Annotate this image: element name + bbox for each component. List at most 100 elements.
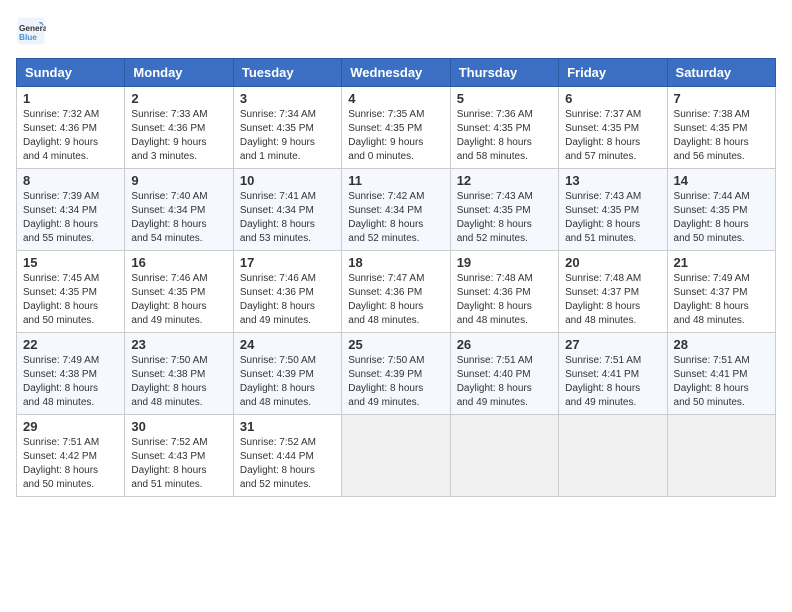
calendar-header-row: SundayMondayTuesdayWednesdayThursdayFrid… — [17, 59, 776, 87]
day-number: 4 — [348, 91, 443, 106]
day-info: Sunrise: 7:50 AM Sunset: 4:39 PM Dayligh… — [240, 354, 335, 410]
day-number: 15 — [23, 255, 118, 270]
day-info: Sunrise: 7:33 AM Sunset: 4:36 PM Dayligh… — [131, 108, 226, 164]
calendar-cell — [559, 415, 667, 497]
calendar-cell: 4 Sunrise: 7:35 AM Sunset: 4:35 PM Daylig… — [342, 87, 450, 169]
day-number: 9 — [131, 173, 226, 188]
logo-icon: General Blue — [16, 16, 46, 46]
weekday-header-saturday: Saturday — [667, 59, 775, 87]
calendar-cell: 23Sunrise: 7:50 AM Sunset: 4:38 PM Dayli… — [125, 333, 233, 415]
weekday-header-sunday: Sunday — [17, 59, 125, 87]
day-info: Sunrise: 7:42 AM Sunset: 4:34 PM Dayligh… — [348, 190, 443, 246]
calendar-week-2: 8 Sunrise: 7:39 AM Sunset: 4:34 PM Daylig… — [17, 169, 776, 251]
calendar-cell: 5 Sunrise: 7:36 AM Sunset: 4:35 PM Daylig… — [450, 87, 558, 169]
calendar-cell: 3 Sunrise: 7:34 AM Sunset: 4:35 PM Daylig… — [233, 87, 341, 169]
calendar-cell: 20 Sunrise: 7:48 AM Sunset: 4:37 PM Dayli… — [559, 251, 667, 333]
day-info: Sunrise: 7:44 AM Sunset: 4:35 PM Dayligh… — [674, 190, 769, 246]
calendar-cell: 9 Sunrise: 7:40 AM Sunset: 4:34 PM Daylig… — [125, 169, 233, 251]
day-info: Sunrise: 7:47 AM Sunset: 4:36 PM Dayligh… — [348, 272, 443, 328]
logo: General Blue — [16, 16, 50, 46]
day-number: 10 — [240, 173, 335, 188]
svg-text:General: General — [19, 24, 46, 33]
calendar-cell: 16Sunrise: 7:46 AM Sunset: 4:35 PM Dayli… — [125, 251, 233, 333]
calendar-cell: 19 Sunrise: 7:48 AM Sunset: 4:36 PM Dayli… — [450, 251, 558, 333]
day-info: Sunrise: 7:52 AM Sunset: 4:44 PM Dayligh… — [240, 436, 335, 492]
day-info: Sunrise: 7:38 AM Sunset: 4:35 PM Dayligh… — [674, 108, 769, 164]
day-info: Sunrise: 7:40 AM Sunset: 4:34 PM Dayligh… — [131, 190, 226, 246]
weekday-header-wednesday: Wednesday — [342, 59, 450, 87]
day-number: 26 — [457, 337, 552, 352]
day-number: 22 — [23, 337, 118, 352]
day-number: 19 — [457, 255, 552, 270]
calendar-week-3: 15 Sunrise: 7:45 AM Sunset: 4:35 PM Dayli… — [17, 251, 776, 333]
day-info: Sunrise: 7:51 AM Sunset: 4:42 PM Dayligh… — [23, 436, 118, 492]
day-info: Sunrise: 7:46 AM Sunset: 4:36 PM Dayligh… — [240, 272, 335, 328]
calendar-cell: 18 Sunrise: 7:47 AM Sunset: 4:36 PM Dayli… — [342, 251, 450, 333]
day-number: 3 — [240, 91, 335, 106]
calendar-cell: 30 Sunrise: 7:52 AM Sunset: 4:43 PM Dayli… — [125, 415, 233, 497]
day-info: Sunrise: 7:43 AM Sunset: 4:35 PM Dayligh… — [565, 190, 660, 246]
day-info: Sunrise: 7:41 AM Sunset: 4:34 PM Dayligh… — [240, 190, 335, 246]
day-number: 13 — [565, 173, 660, 188]
day-number: 25 — [348, 337, 443, 352]
calendar-cell: 15 Sunrise: 7:45 AM Sunset: 4:35 PM Dayli… — [17, 251, 125, 333]
day-number: 12 — [457, 173, 552, 188]
day-number: 27 — [565, 337, 660, 352]
day-info: Sunrise: 7:49 AM Sunset: 4:38 PM Dayligh… — [23, 354, 118, 410]
day-number: 31 — [240, 419, 335, 434]
day-number: 5 — [457, 91, 552, 106]
day-info: Sunrise: 7:45 AM Sunset: 4:35 PM Dayligh… — [23, 272, 118, 328]
day-info: Sunrise: 7:50 AM Sunset: 4:39 PM Dayligh… — [348, 354, 443, 410]
day-info: Sunrise: 7:48 AM Sunset: 4:36 PM Dayligh… — [457, 272, 552, 328]
calendar-cell: 11Sunrise: 7:42 AM Sunset: 4:34 PM Dayli… — [342, 169, 450, 251]
calendar-cell: 27Sunrise: 7:51 AM Sunset: 4:41 PM Dayli… — [559, 333, 667, 415]
calendar-cell: 31 Sunrise: 7:52 AM Sunset: 4:44 PM Dayli… — [233, 415, 341, 497]
day-info: Sunrise: 7:39 AM Sunset: 4:34 PM Dayligh… — [23, 190, 118, 246]
day-info: Sunrise: 7:48 AM Sunset: 4:37 PM Dayligh… — [565, 272, 660, 328]
calendar-cell: 1Sunrise: 7:32 AM Sunset: 4:36 PM Daylig… — [17, 87, 125, 169]
day-number: 18 — [348, 255, 443, 270]
day-info: Sunrise: 7:36 AM Sunset: 4:35 PM Dayligh… — [457, 108, 552, 164]
day-number: 24 — [240, 337, 335, 352]
calendar-cell: 14 Sunrise: 7:44 AM Sunset: 4:35 PM Dayli… — [667, 169, 775, 251]
calendar-cell: 17 Sunrise: 7:46 AM Sunset: 4:36 PM Dayli… — [233, 251, 341, 333]
day-info: Sunrise: 7:50 AM Sunset: 4:38 PM Dayligh… — [131, 354, 226, 410]
calendar-cell: 22 Sunrise: 7:49 AM Sunset: 4:38 PM Dayli… — [17, 333, 125, 415]
day-number: 8 — [23, 173, 118, 188]
day-info: Sunrise: 7:35 AM Sunset: 4:35 PM Dayligh… — [348, 108, 443, 164]
day-info: Sunrise: 7:51 AM Sunset: 4:41 PM Dayligh… — [674, 354, 769, 410]
calendar-week-1: 1Sunrise: 7:32 AM Sunset: 4:36 PM Daylig… — [17, 87, 776, 169]
calendar-week-5: 29 Sunrise: 7:51 AM Sunset: 4:42 PM Dayli… — [17, 415, 776, 497]
day-info: Sunrise: 7:34 AM Sunset: 4:35 PM Dayligh… — [240, 108, 335, 164]
day-info: Sunrise: 7:52 AM Sunset: 4:43 PM Dayligh… — [131, 436, 226, 492]
day-number: 17 — [240, 255, 335, 270]
calendar-cell: 25 Sunrise: 7:50 AM Sunset: 4:39 PM Dayli… — [342, 333, 450, 415]
day-number: 29 — [23, 419, 118, 434]
calendar-cell: 2 Sunrise: 7:33 AM Sunset: 4:36 PM Daylig… — [125, 87, 233, 169]
day-info: Sunrise: 7:43 AM Sunset: 4:35 PM Dayligh… — [457, 190, 552, 246]
weekday-header-monday: Monday — [125, 59, 233, 87]
calendar-cell: 24 Sunrise: 7:50 AM Sunset: 4:39 PM Dayli… — [233, 333, 341, 415]
calendar-week-4: 22 Sunrise: 7:49 AM Sunset: 4:38 PM Dayli… — [17, 333, 776, 415]
day-info: Sunrise: 7:51 AM Sunset: 4:40 PM Dayligh… — [457, 354, 552, 410]
calendar-cell: 10 Sunrise: 7:41 AM Sunset: 4:34 PM Dayli… — [233, 169, 341, 251]
day-number: 30 — [131, 419, 226, 434]
calendar-cell: 21Sunrise: 7:49 AM Sunset: 4:37 PM Dayli… — [667, 251, 775, 333]
calendar-cell: 12 Sunrise: 7:43 AM Sunset: 4:35 PM Dayli… — [450, 169, 558, 251]
weekday-header-thursday: Thursday — [450, 59, 558, 87]
calendar-cell: 26 Sunrise: 7:51 AM Sunset: 4:40 PM Dayli… — [450, 333, 558, 415]
header: General Blue — [16, 16, 776, 46]
calendar-body: 1Sunrise: 7:32 AM Sunset: 4:36 PM Daylig… — [17, 87, 776, 497]
calendar-cell: 7Sunrise: 7:38 AM Sunset: 4:35 PM Daylig… — [667, 87, 775, 169]
day-number: 2 — [131, 91, 226, 106]
calendar-cell — [667, 415, 775, 497]
weekday-header-tuesday: Tuesday — [233, 59, 341, 87]
day-number: 20 — [565, 255, 660, 270]
day-number: 6 — [565, 91, 660, 106]
day-number: 14 — [674, 173, 769, 188]
calendar-cell: 28Sunrise: 7:51 AM Sunset: 4:41 PM Dayli… — [667, 333, 775, 415]
calendar-cell: 29 Sunrise: 7:51 AM Sunset: 4:42 PM Dayli… — [17, 415, 125, 497]
day-number: 21 — [674, 255, 769, 270]
calendar-table: SundayMondayTuesdayWednesdayThursdayFrid… — [16, 58, 776, 497]
calendar-cell: 6Sunrise: 7:37 AM Sunset: 4:35 PM Daylig… — [559, 87, 667, 169]
